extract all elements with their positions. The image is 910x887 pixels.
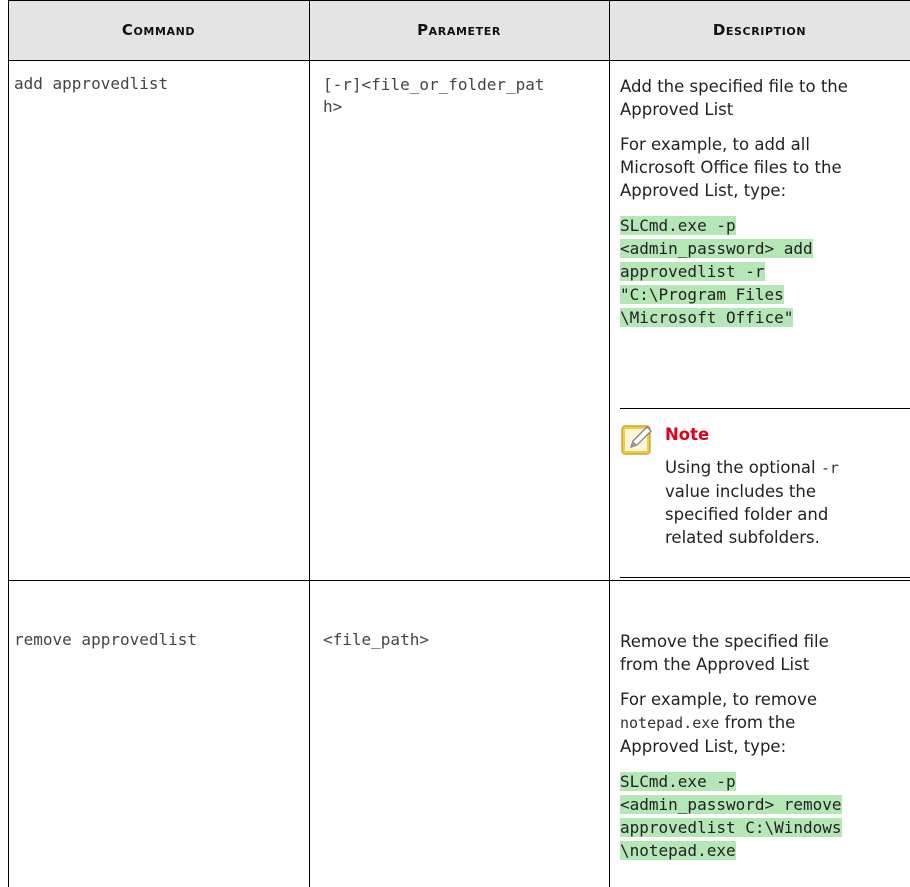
inline-code: notepad.exe [620,714,720,732]
row1-code-example: SLCmd.exe -p <admin_password> add approv… [620,214,848,329]
row2-command: remove approvedlist [14,630,198,649]
note-line: Using the optional [665,458,821,477]
note-line: specified folder and [665,505,829,524]
row2-parameter: <file_path> [323,630,429,649]
note-title: Note [665,425,710,444]
code-line: SLCmd.exe -p [620,772,736,791]
note-inline-code: -r [820,459,839,477]
note-top-rule [620,408,910,409]
col-border-1 [309,0,310,887]
code-line: "C:\Program Files [620,285,784,304]
row2-desc-line: For example, to remove [620,690,818,709]
row2-desc-line: Remove the specified file [620,632,829,651]
header-command: Command [121,21,196,39]
command-table: Command Parameter Description add approv… [8,0,910,887]
code-line: approvedlist -r [620,262,765,281]
row1-desc-line: Approved List [620,100,734,119]
code-line: \notepad.exe [620,841,736,860]
row1-description: Add the specified file to the Approved L… [620,75,848,329]
row2-desc-line: from the Approved List [620,655,810,674]
note-bottom-rule [620,577,910,578]
code-line: SLCmd.exe -p [620,216,736,235]
row2-desc-line: Approved List, type: [620,737,787,756]
header-description: Description [712,21,807,39]
note-content: Note Using the optional -r value include… [665,423,839,549]
code-line: <admin_password> remove [620,795,842,814]
note-pencil-icon [621,422,655,456]
note-line: related subfolders. [665,528,820,547]
code-line: <admin_password> add [620,239,813,258]
row1-desc-line: Approved List, type: [620,181,787,200]
row1-parameter-line1: [-r]<file_or_folder_pat [323,75,545,94]
code-line: approvedlist C:\Windows [620,818,842,837]
header-bottom-border [8,60,910,61]
col-border-left [8,0,9,887]
note-line: value includes the [665,482,817,501]
header-parameter: Parameter [417,21,501,39]
row2-code-example: SLCmd.exe -p <admin_password> remove app… [620,770,842,862]
row1-parameter-line2: h> [323,97,343,116]
col-border-2 [609,0,610,887]
table-top-border [8,0,910,1]
row1-parameter: [-r]<file_or_folder_pat h> [323,74,545,118]
row2-description: Remove the specified file from the Appro… [620,630,842,862]
row1-desc-line: Add the specified file to the [620,77,848,96]
row2-desc-text: from the [719,713,796,732]
row1-command: add approvedlist [14,74,169,93]
row1-desc-line: Microsoft Office files to the [620,158,842,177]
code-line: \Microsoft Office" [620,308,794,327]
row1-desc-line: For example, to add all [620,135,810,154]
row-divider [8,580,910,581]
